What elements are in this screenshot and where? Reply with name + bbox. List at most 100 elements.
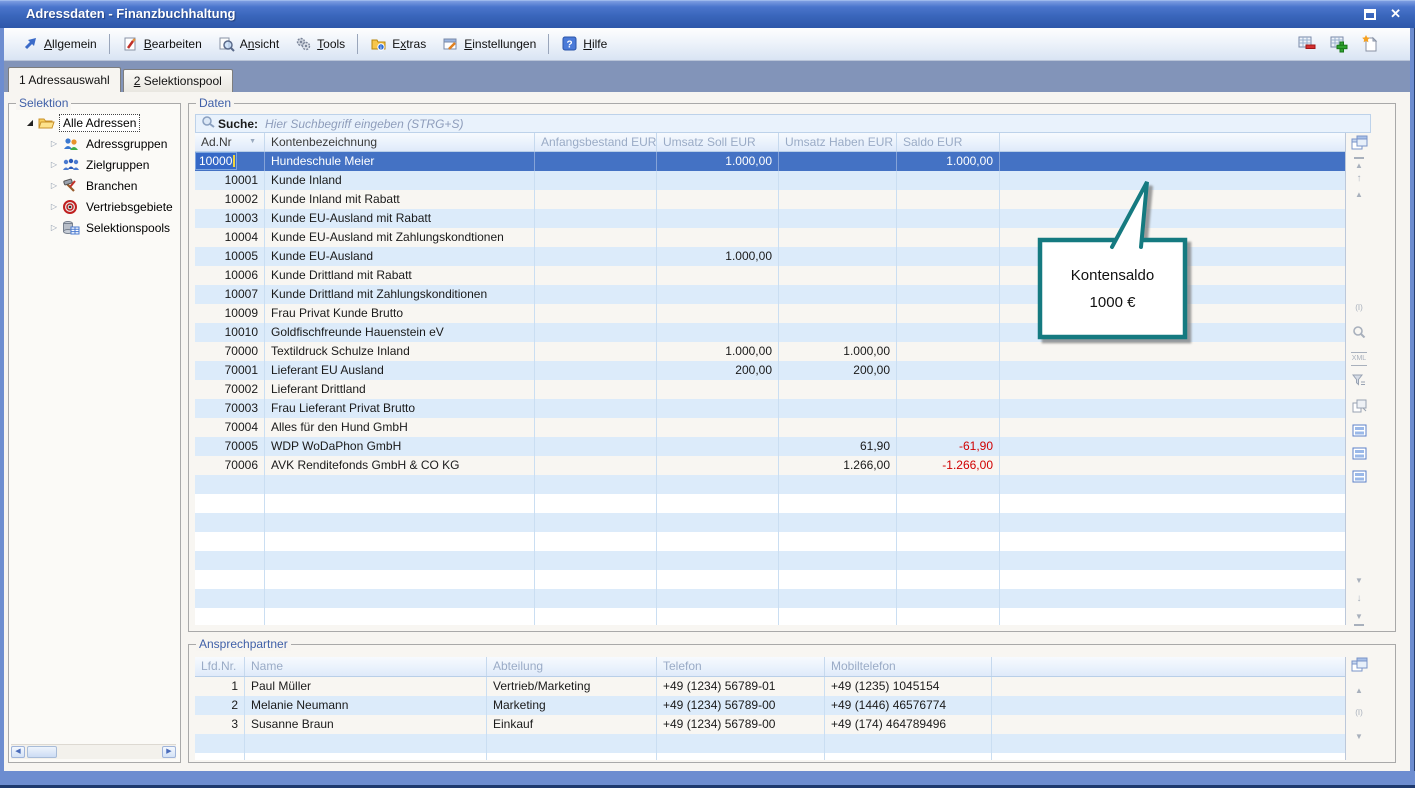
scroll-left-icon[interactable]: ◀ (11, 746, 25, 758)
menu-ansicht[interactable]: Ansicht (210, 33, 287, 55)
tree-expanded-icon[interactable]: ◢ (24, 118, 36, 127)
column-header-filler (1000, 133, 1345, 151)
account-row[interactable]: 70001 Lieferant EU Ausland 200,00 200,00 (195, 361, 1345, 380)
column-header-saldo[interactable]: Saldo EUR (897, 133, 1000, 151)
contact-row[interactable]: 1 Paul Müller Vertrieb/Marketing +49 (12… (195, 677, 1345, 696)
toolbar-separator (548, 34, 549, 54)
account-row[interactable]: 70000 Textildruck Schulze Inland 1.000,0… (195, 342, 1345, 361)
page-down-icon[interactable]: ▼ (1347, 575, 1371, 587)
edit-page-icon (122, 36, 139, 52)
scroll-right-icon[interactable]: ▶ (162, 746, 176, 758)
table-remove-icon[interactable] (1296, 34, 1318, 54)
scroll-down-icon[interactable]: ↓ (1347, 593, 1371, 605)
column-header-name[interactable]: Name (245, 657, 487, 676)
account-row[interactable]: 70006 AVK Renditefonds GmbH & CO KG 1.26… (195, 456, 1345, 475)
column-header-mobiltelefon[interactable]: Mobiltelefon (825, 657, 992, 676)
column-header-adnr[interactable]: Ad.Nr▼ (195, 133, 265, 151)
column-chooser-icon[interactable] (1347, 657, 1371, 676)
tree-item-zielgruppen[interactable]: ▷ Zielgruppen (9, 154, 180, 175)
tree-collapsed-icon[interactable]: ▷ (48, 223, 60, 232)
filter-icon[interactable] (1347, 374, 1371, 391)
page-up-icon[interactable]: ▲ (1347, 685, 1371, 697)
account-row[interactable]: 10009 Frau Privat Kunde Brutto (195, 304, 1345, 323)
column-header-abteilung[interactable]: Abteilung (487, 657, 657, 676)
folder-info-icon: i (370, 36, 387, 52)
tree-item-alle-adressen[interactable]: ◢ Alle Adressen (9, 112, 180, 133)
copy-icon[interactable] (1347, 399, 1371, 417)
tree-collapsed-icon[interactable]: ▷ (48, 139, 60, 148)
app-window: Adressdaten - Finanzbuchhaltung ✕ Allgem… (0, 0, 1415, 785)
close-icon[interactable]: ✕ (1390, 7, 1401, 21)
tree-item-adressgruppen[interactable]: ▷ Adressgruppen (9, 133, 180, 154)
scroll-to-bottom-icon[interactable]: ▼ (1347, 611, 1371, 626)
menu-allgemein[interactable]: Allgemein (14, 33, 105, 55)
scroll-up-icon[interactable]: ↑ (1347, 173, 1371, 185)
scrollbar-thumb[interactable] (27, 746, 57, 758)
toolbar-separator (357, 34, 358, 54)
selektion-tree: ◢ Alle Adressen ▷ Adressgruppen (9, 112, 180, 238)
account-row[interactable]: 10010 Goldfischfreunde Hauenstein eV (195, 323, 1345, 342)
menu-bearbeiten[interactable]: Bearbeiten (114, 33, 210, 55)
account-row[interactable]: 10004 Kunde EU-Ausland mit Zahlungskondt… (195, 228, 1345, 247)
account-row[interactable]: 70003 Frau Lieferant Privat Brutto (195, 399, 1345, 418)
search-row-icon[interactable] (1347, 325, 1371, 342)
group-icon[interactable]: (I) (1347, 302, 1371, 314)
restore-icon[interactable] (1364, 9, 1376, 20)
new-page-icon[interactable] (1360, 34, 1382, 54)
tree-collapsed-icon[interactable]: ▷ (48, 181, 60, 190)
group-icon[interactable]: (I) (1347, 707, 1371, 719)
account-row[interactable]: 10003 Kunde EU-Ausland mit Rabatt (195, 209, 1345, 228)
tab-adressauswahl[interactable]: 1 Adressauswahl (8, 67, 121, 92)
tree-item-selektionspools[interactable]: ▷ Selektionspools (9, 217, 180, 238)
tab-selektionspool[interactable]: 2 Selektionspool (123, 69, 233, 92)
column-chooser-icon[interactable] (1347, 135, 1371, 154)
menu-tools[interactable]: Tools (287, 33, 353, 55)
tree-collapsed-icon[interactable]: ▷ (48, 202, 60, 211)
scroll-to-top-icon[interactable]: ▲ (1347, 157, 1371, 172)
account-row[interactable]: 10002 Kunde Inland mit Rabatt (195, 190, 1345, 209)
column-header-telefon[interactable]: Telefon (657, 657, 825, 676)
table-add-icon[interactable] (1328, 34, 1350, 54)
contacts-grid-header: Lfd.Nr. Name Abteilung Telefon Mobiltele… (195, 657, 1345, 677)
search-input[interactable]: Suche: Hier Suchbegriff eingeben (STRG+S… (195, 114, 1371, 133)
menu-extras[interactable]: i Extras (362, 33, 434, 55)
column-header-umsatz-haben[interactable]: Umsatz Haben EUR (779, 133, 897, 151)
tree-collapsed-icon[interactable]: ▷ (48, 160, 60, 169)
account-row[interactable]: 10007 Kunde Drittland mit Zahlungskondit… (195, 285, 1345, 304)
contact-row[interactable]: 3 Susanne Braun Einkauf +49 (1234) 56789… (195, 715, 1345, 734)
arrow-northeast-icon (22, 36, 39, 52)
column-header-umsatz-soll[interactable]: Umsatz Soll EUR (657, 133, 779, 151)
layout-list-icon[interactable] (1347, 447, 1371, 464)
ansprechpartner-panel: Ansprechpartner Lfd.Nr. Name Abteilung T… (188, 644, 1396, 763)
ansprechpartner-panel-title: Ansprechpartner (196, 637, 291, 651)
account-row[interactable]: 70002 Lieferant Drittland (195, 380, 1345, 399)
grid-empty-area (195, 475, 1345, 625)
horizontal-scrollbar[interactable]: ◀ ▶ (11, 744, 176, 759)
account-row[interactable]: 10006 Kunde Drittland mit Rabatt (195, 266, 1345, 285)
settings-window-icon (442, 36, 459, 52)
layout-list-icon[interactable] (1347, 470, 1371, 487)
main-toolbar: Allgemein Bearbeiten Ansicht Tools (4, 28, 1410, 61)
titlebar[interactable]: Adressdaten - Finanzbuchhaltung ✕ (0, 0, 1415, 28)
account-row[interactable]: 70005 WDP WoDaPhon GmbH 61,90 -61,90 (195, 437, 1345, 456)
column-header-kontenbezeichnung[interactable]: Kontenbezeichnung (265, 133, 535, 151)
search-placeholder: Hier Suchbegriff eingeben (STRG+S) (265, 117, 463, 131)
account-row[interactable]: 10005 Kunde EU-Ausland 1.000,00 (195, 247, 1345, 266)
xml-export-icon[interactable]: XML (1351, 352, 1367, 366)
target-icon (62, 199, 80, 215)
page-down-icon[interactable]: ▼ (1347, 731, 1371, 743)
tree-item-branchen[interactable]: ▷ Branchen (9, 175, 180, 196)
account-row[interactable]: 10001 Kunde Inland (195, 171, 1345, 190)
tree-item-vertriebsgebiete[interactable]: ▷ Vertriebsgebiete (9, 196, 180, 217)
menu-hilfe[interactable]: ? Hilfe (553, 33, 615, 55)
toolbar-separator (109, 34, 110, 54)
account-row[interactable]: 10000 Hundeschule Meier 1.000,00 1.000,0… (195, 152, 1345, 171)
column-header-lfdnr[interactable]: Lfd.Nr. (195, 657, 245, 676)
layout-list-icon[interactable] (1347, 424, 1371, 441)
contact-row[interactable]: 2 Melanie Neumann Marketing +49 (1234) 5… (195, 696, 1345, 715)
menu-einstellungen[interactable]: Einstellungen (434, 33, 544, 55)
column-header-anfangsbestand[interactable]: Anfangsbestand EUR (535, 133, 657, 151)
page-up-icon[interactable]: ▲ (1347, 189, 1371, 201)
database-icon (62, 220, 80, 236)
account-row[interactable]: 70004 Alles für den Hund GmbH (195, 418, 1345, 437)
